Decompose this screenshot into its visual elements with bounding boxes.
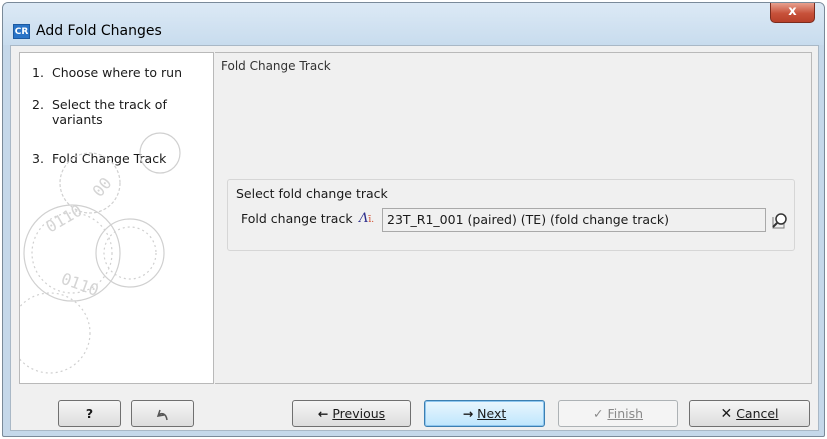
- arrow-left-icon: ←: [317, 406, 329, 421]
- help-button[interactable]: ?: [58, 400, 121, 427]
- cross-icon: ✕: [720, 406, 733, 422]
- arrow-right-icon: →: [462, 406, 474, 421]
- close-icon: x: [788, 4, 797, 19]
- cancel-label: Cancel: [736, 406, 779, 421]
- step-label: Choose where to run: [52, 65, 182, 80]
- browse-search-icon[interactable]: [770, 211, 790, 231]
- wizard-steps-panel: 1. Choose where to run 2. Select the track…: [19, 52, 214, 384]
- fold-change-track-label: Fold change track: [241, 211, 353, 226]
- finish-label: Finish: [607, 406, 644, 421]
- window-title: Add Fold Changes: [36, 23, 162, 39]
- fold-change-track-field[interactable]: 23T_R1_001 (paired) (TE) (fold change tr…: [382, 208, 766, 232]
- next-label: Next: [477, 406, 507, 421]
- fold-change-group: Select fold change track Fold change tra…: [227, 179, 795, 251]
- fold-change-track-icon: Λī.: [359, 211, 375, 226]
- panel-title: Fold Change Track: [221, 59, 331, 73]
- step-item-1: 1. Choose where to run: [32, 65, 192, 80]
- previous-button[interactable]: ← Previous: [292, 400, 411, 427]
- finish-button[interactable]: ✓ Finish: [558, 400, 678, 427]
- svg-text:00: 00: [89, 174, 116, 201]
- help-label: ?: [85, 406, 94, 421]
- next-button[interactable]: → Next: [424, 400, 545, 427]
- app-icon: CR: [13, 24, 30, 39]
- dialog-body: 1. Choose where to run 2. Select the track…: [10, 45, 819, 431]
- close-button[interactable]: x: [770, 3, 815, 23]
- title-bar: CR Add Fold Changes x: [3, 3, 824, 45]
- step-number: 2.: [32, 97, 44, 112]
- decorative-watermark: 0110 0110 00: [20, 132, 181, 374]
- undo-arrow-icon: [156, 409, 168, 420]
- dialog-window: CR Add Fold Changes x 1. Choose where to …: [2, 2, 825, 437]
- group-title: Select fold change track: [236, 186, 388, 201]
- step-content-panel: Fold Change Track Select fold change tra…: [215, 52, 812, 384]
- restore-button[interactable]: [131, 400, 194, 427]
- svg-text:0110: 0110: [59, 269, 102, 300]
- step-number: 1.: [32, 65, 44, 80]
- cancel-button[interactable]: ✕ Cancel: [689, 400, 810, 427]
- checkmark-icon: ✓: [592, 406, 604, 421]
- previous-label: Previous: [332, 406, 386, 421]
